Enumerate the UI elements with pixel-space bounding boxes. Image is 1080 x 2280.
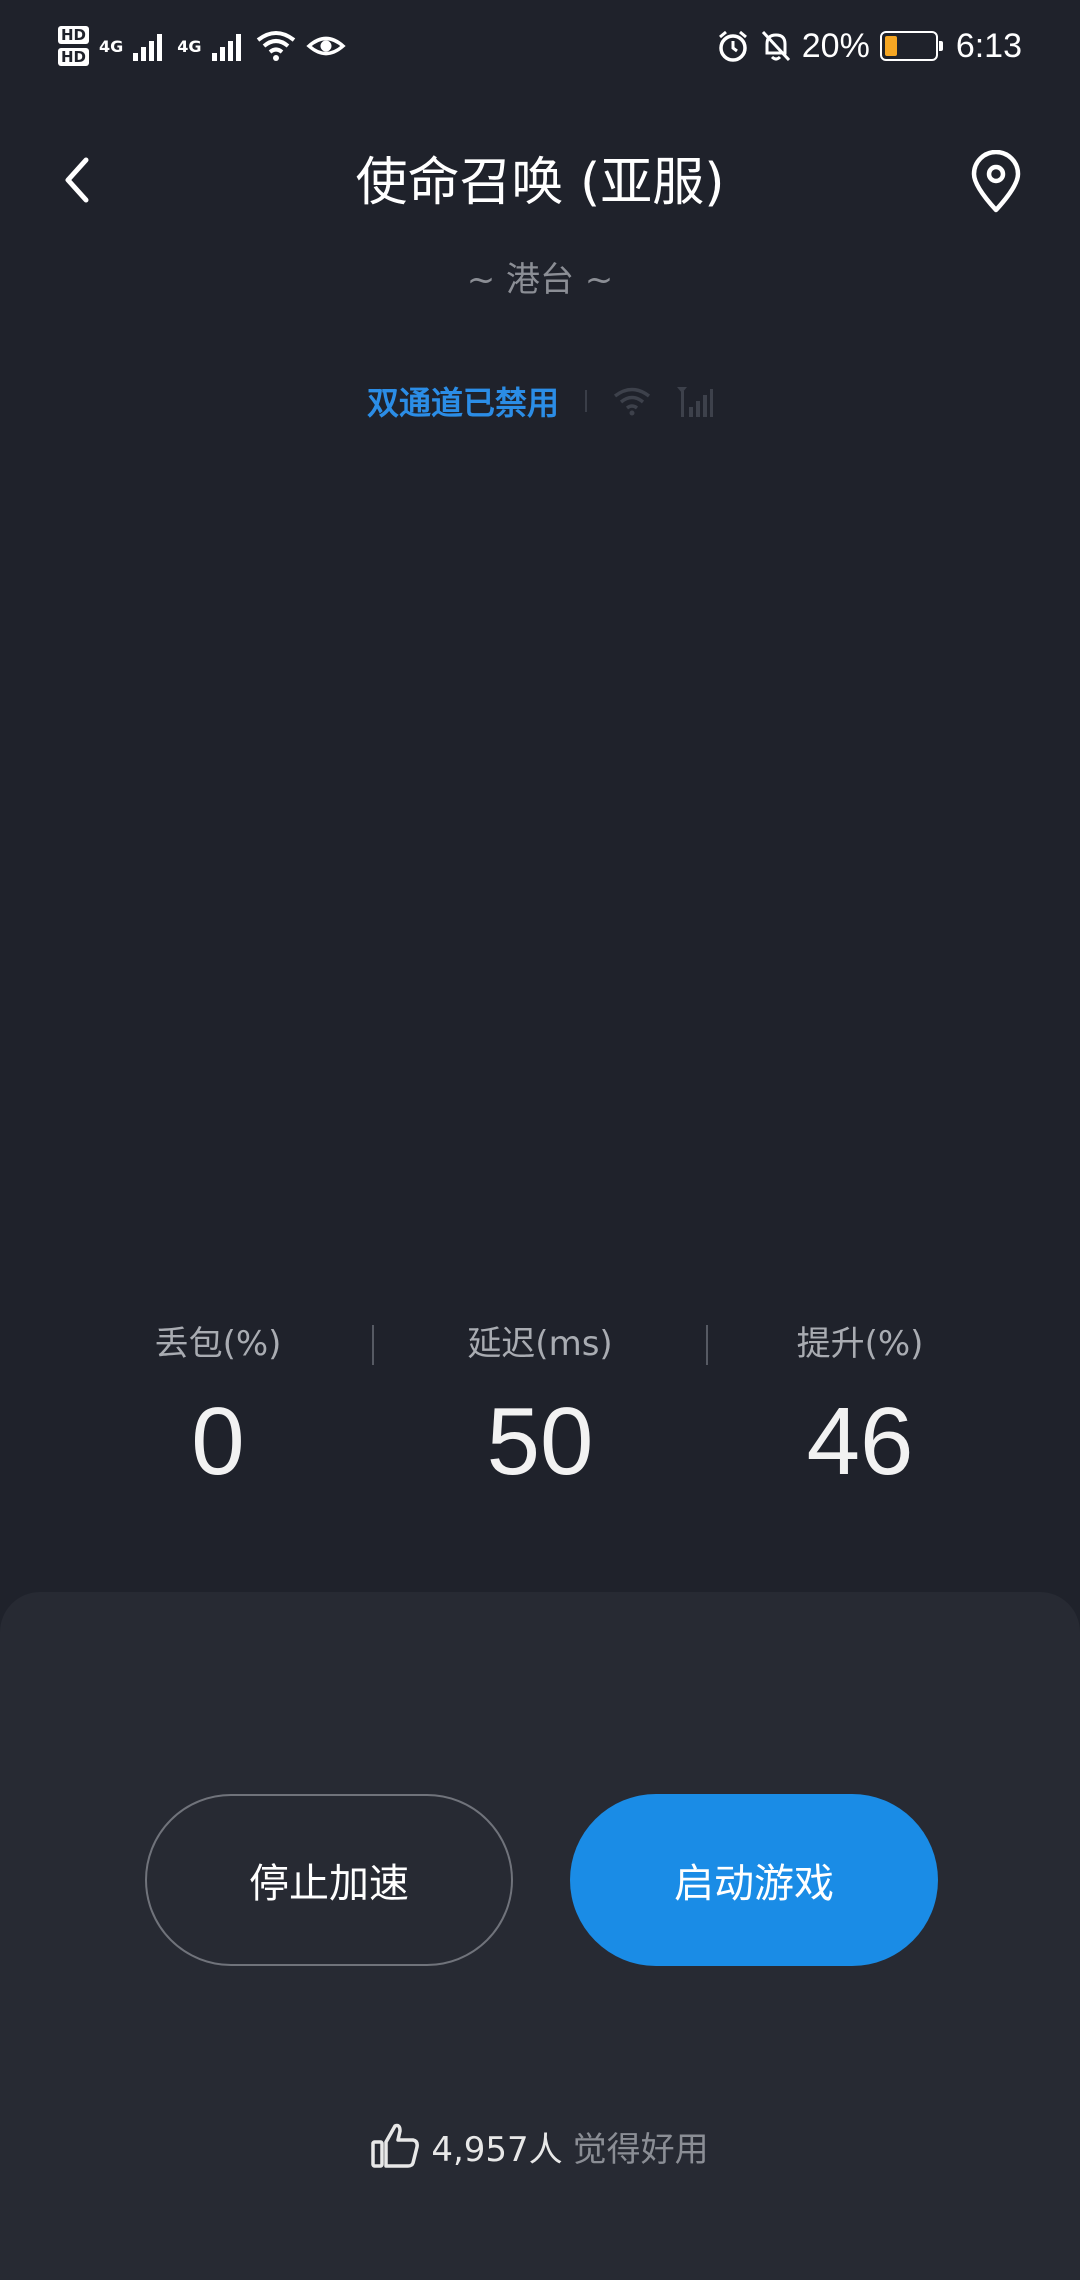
signal-icon: [211, 34, 241, 61]
stat-label: 丢包(%): [154, 1324, 282, 1364]
stat-label: 提升(%): [796, 1324, 924, 1364]
page-title: 使命召唤 (亚服): [355, 153, 725, 213]
stat-label: 延迟(ms): [467, 1324, 613, 1364]
status-bar-right: 20% 6:13: [716, 27, 1022, 66]
start-game-button[interactable]: 启动游戏: [570, 1794, 938, 1966]
battery-level: [884, 36, 898, 56]
stat-value: 50: [486, 1388, 594, 1495]
bottom-panel: [0, 1592, 1080, 2280]
dual-channel-status[interactable]: 双通道已禁用: [0, 376, 1080, 426]
likes-text: 觉得好用: [572, 2129, 709, 2170]
region-label: ~ 港台 ~: [466, 260, 614, 300]
status-bar-left: HD HD 4G 4G: [58, 26, 346, 66]
battery-percent: 20%: [801, 26, 870, 65]
stat-latency: 延迟(ms) 50: [390, 1310, 690, 1502]
stop-acceleration-button[interactable]: 停止加速: [145, 1794, 513, 1966]
location-pin-icon: [971, 149, 1021, 213]
channel-divider: [585, 390, 587, 412]
likes-count: 4,957人: [431, 2129, 563, 2170]
stat-value: 46: [806, 1388, 914, 1495]
hd-badge-2: HD: [58, 48, 90, 66]
hd-badge-1: HD: [58, 26, 90, 44]
likes-row: 4,957人 觉得好用: [0, 2118, 1080, 2174]
cellular-icon: [677, 387, 713, 417]
hd-indicators: HD HD: [58, 26, 90, 66]
dual-channel-text: 双通道已禁用: [366, 384, 559, 422]
thumbs-up-icon[interactable]: [371, 2122, 421, 2170]
stat-value: 0: [191, 1388, 245, 1495]
eye-icon: [305, 36, 346, 56]
wifi-icon: [256, 31, 295, 61]
stats-section: 丢包(%) 0 延迟(ms) 50 提升(%) 46: [0, 1310, 1080, 1510]
status-bar: HD HD 4G 4G 20% 6:13: [0, 0, 1080, 92]
status-time: 6:13: [955, 26, 1022, 65]
battery-icon: [879, 31, 943, 61]
location-button[interactable]: [966, 149, 1026, 214]
network-type-1: 4G: [99, 36, 124, 56]
wifi-icon: [613, 387, 651, 416]
alarm-icon: [718, 30, 747, 62]
mute-icon: [761, 30, 790, 62]
stat-packet-loss: 丢包(%) 0: [68, 1310, 368, 1502]
stat-divider: [706, 1325, 708, 1365]
network-type-2: 4G: [177, 36, 202, 56]
stat-improvement: 提升(%) 46: [710, 1310, 1010, 1502]
stat-divider: [372, 1325, 374, 1365]
signal-icon: [133, 34, 163, 61]
